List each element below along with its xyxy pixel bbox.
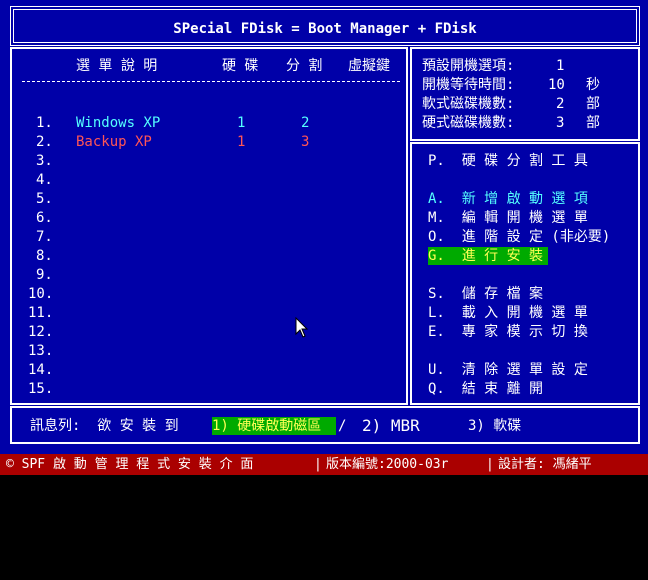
settings-box: 預設開機選項: 1 開機等待時間: 10 秒 軟式磁碟機數: 2 部 硬式磁碟機…	[410, 47, 640, 141]
menu-item-edit-boot-menu[interactable]: M. 編 輯 開 機 選 單	[428, 209, 588, 227]
col-header-desc: 選 單 說 明	[76, 58, 158, 74]
col-header-key: 虛擬鍵	[348, 58, 390, 74]
menu-item-save-file[interactable]: S. 儲 存 檔 案	[428, 285, 543, 303]
setting-value[interactable]: 1	[556, 57, 564, 75]
table-row-num[interactable]: 14.	[28, 361, 53, 379]
menu-item-install[interactable]: G. 進 行 安 裝	[428, 247, 548, 265]
menu-item-expert-mode[interactable]: E. 專 家 模 示 切 換	[428, 323, 588, 341]
status-version: 版本編號:2000-03r	[326, 457, 449, 472]
header-box: SPecial FDisk = Boot Manager + FDisk	[10, 6, 640, 46]
setting-value[interactable]: 10	[548, 76, 565, 94]
table-row-name[interactable]: Backup XP	[76, 133, 152, 151]
install-option-boot-sector[interactable]: 1) 硬碟啟動磁區	[212, 417, 336, 435]
menu-item-partition-tool[interactable]: P. 硬 碟 分 割 工 具	[428, 152, 588, 170]
setting-label: 預設開機選項:	[422, 58, 515, 74]
table-row-num[interactable]: 5.	[36, 190, 53, 208]
table-row-num[interactable]: 11.	[28, 304, 53, 322]
command-menu-box: P. 硬 碟 分 割 工 具 A. 新 增 啟 動 選 項 M. 編 輯 開 機…	[410, 142, 640, 405]
setting-value[interactable]: 2	[556, 95, 564, 113]
table-row-num[interactable]: 8.	[36, 247, 53, 265]
setting-value[interactable]: 3	[556, 114, 564, 132]
table-row-num: 2.	[36, 134, 53, 150]
setting-unit: 部	[586, 96, 600, 112]
menu-table-box: 選 單 說 明 硬 碟 分 割 虛擬鍵 1. Windows XP 1 2 2.…	[10, 47, 408, 405]
install-option-mbr[interactable]: 2) MBR	[362, 417, 420, 435]
table-row-num[interactable]: 6.	[36, 209, 53, 227]
install-option-floppy[interactable]: 3) 軟碟	[468, 417, 521, 435]
table-row-disk: 1	[237, 134, 246, 150]
table-row-disk: 1	[237, 115, 246, 131]
message-bar: 訊息列: 欲 安 裝 到 1) 硬碟啟動磁區 / 2) MBR 3) 軟碟	[10, 406, 640, 444]
message-label: 訊息列: 欲 安 裝 到	[30, 418, 179, 434]
status-bar: © SPF 啟 動 管 理 程 式 安 裝 介 面 | 版本編號:2000-03…	[0, 454, 648, 475]
table-row-num[interactable]: 3.	[36, 152, 53, 170]
mouse-pointer-icon	[295, 317, 309, 338]
table-row-part: 3	[301, 134, 310, 150]
setting-unit: 部	[586, 115, 600, 131]
table-row-num[interactable]: 12.	[28, 323, 53, 341]
menu-item-clear-menu[interactable]: U. 清 除 選 單 設 定	[428, 361, 588, 379]
table-row-num[interactable]: 4.	[36, 171, 53, 189]
status-divider: |	[314, 457, 322, 472]
header-separator	[22, 81, 400, 82]
table-row-num[interactable]: 15.	[28, 380, 53, 398]
menu-item-advanced-settings[interactable]: O. 進 階 設 定 (非必要)	[428, 228, 610, 246]
setting-label: 開機等待時間:	[422, 77, 515, 93]
menu-item-load-boot-menu[interactable]: L. 載 入 開 機 選 單	[428, 304, 588, 322]
setting-unit: 秒	[586, 77, 600, 93]
table-row-num[interactable]: 7.	[36, 228, 53, 246]
menu-item-quit[interactable]: Q. 結 束 離 開	[428, 380, 543, 398]
status-divider: |	[486, 457, 494, 472]
table-row-part: 2	[301, 115, 310, 131]
table-row-num[interactable]: 10.	[28, 285, 53, 303]
table-row-num[interactable]: 13.	[28, 342, 53, 360]
table-row-name[interactable]: Windows XP	[76, 114, 160, 132]
table-row-num[interactable]: 9.	[36, 266, 53, 284]
setting-label: 硬式磁碟機數:	[422, 115, 515, 131]
table-row-num: 1.	[36, 115, 53, 131]
col-header-disk: 硬 碟	[222, 58, 259, 74]
status-app-name: © SPF 啟 動 管 理 程 式 安 裝 介 面	[6, 457, 254, 472]
text-cursor: /	[338, 418, 347, 434]
setting-label: 軟式磁碟機數:	[422, 96, 515, 112]
status-designer: 設計者: 馮緒平	[498, 457, 592, 472]
app-title: SPecial FDisk = Boot Manager + FDisk	[173, 21, 477, 37]
dos-screen: SPecial FDisk = Boot Manager + FDisk 選 單…	[0, 0, 648, 454]
col-header-part: 分 割	[286, 58, 323, 74]
menu-item-add-boot-option[interactable]: A. 新 增 啟 動 選 項	[428, 190, 588, 208]
